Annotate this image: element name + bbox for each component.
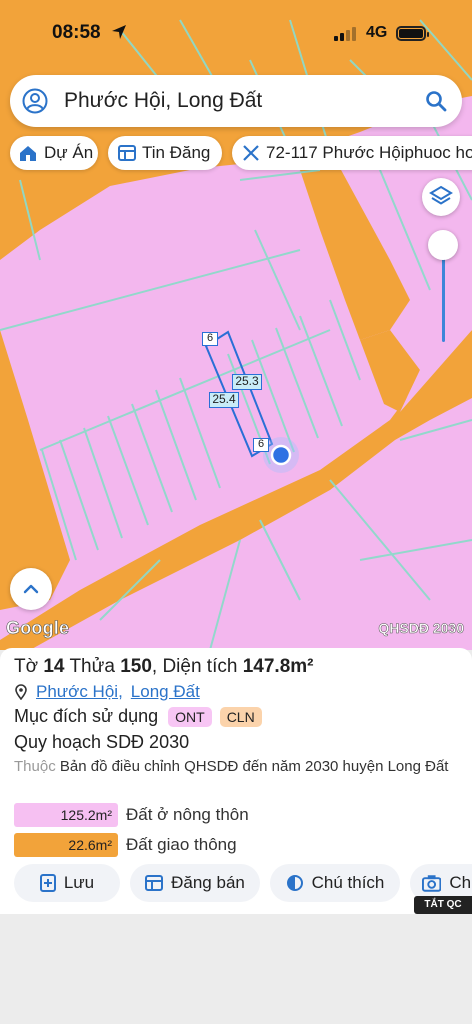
parcel-title: Tờ 14 Thửa 150, Diện tích 147.8m² (14, 656, 314, 677)
lot-label-top: 6 (202, 332, 218, 346)
legend-residential-label: Đất ở nông thôn (126, 805, 249, 824)
legend-road: 22.6m² Đất giao thông (14, 833, 237, 857)
location-arrow-icon (112, 25, 126, 39)
lot-label-bottom: 6 (253, 438, 269, 452)
belongs-label: Thuộc (14, 758, 56, 775)
tag-cln[interactable]: CLN (219, 706, 262, 727)
opacity-slider-track[interactable] (442, 246, 445, 342)
google-logo: Google (6, 618, 70, 639)
expand-sheet-button[interactable] (10, 568, 52, 610)
status-bar: 08:58 4G (0, 0, 472, 64)
measure-ruler-icon (243, 145, 259, 161)
screen: 6 25.3 25.4 6 08:58 4G Phước Hội, Long Đ… (0, 0, 472, 1024)
status-time: 08:58 (52, 22, 101, 43)
chip-du-an-label: Dự Án (44, 143, 94, 162)
filter-chips: Dự Án Tin Đăng 72-117 Phước Hộiphuoc hoi (0, 136, 472, 170)
lot-label-right: 25.3 (232, 374, 262, 390)
legend-label: Chú thích (311, 873, 385, 892)
legend-button[interactable]: Chú thích (270, 864, 400, 902)
legend-residential: 125.2m² Đất ở nông thôn (14, 803, 249, 827)
legend-road-label: Đất giao thông (126, 835, 237, 854)
action-bar: Lưu Đăng bán Chú thích Ch (0, 864, 472, 904)
parcel-info-sheet: Tờ 14 Thửa 150, Diện tích 147.8m² Phước … (0, 648, 472, 914)
layers-button[interactable] (422, 178, 460, 216)
search-input[interactable]: Phước Hội, Long Đất (64, 89, 262, 113)
capture-label: Chụp (449, 873, 472, 892)
chip-tin-dang-label: Tin Đăng (142, 143, 211, 162)
ward-link[interactable]: Phước Hội (36, 682, 118, 702)
cellular-signal-icon (334, 27, 356, 41)
listing-table-icon (118, 145, 136, 161)
footer-area (0, 914, 472, 1024)
camera-icon (422, 875, 442, 892)
parcel-location: Phước Hội, Long Đất (14, 682, 200, 702)
save-label: Lưu (63, 873, 95, 892)
map-layer-name: QHSDĐ 2030 (378, 620, 464, 637)
land-use-purpose: Mục đích sử dụng ONT CLN (14, 706, 262, 727)
belongs-text: Bản đồ điều chỉnh QHSDĐ đến năm 2030 huy… (59, 758, 449, 775)
lot-label: Thửa (69, 656, 115, 677)
map-pin-icon (15, 684, 27, 700)
chip-tin-dang[interactable]: Tin Đăng (108, 136, 222, 170)
legend-road-value: 22.6m² (14, 833, 118, 857)
map-view[interactable]: 6 25.3 25.4 6 08:58 4G Phước Hội, Long Đ… (0, 0, 472, 650)
user-account-icon[interactable] (22, 88, 48, 114)
post-for-sale-button[interactable]: Đăng bán (130, 864, 260, 902)
lot-label-left: 25.4 (209, 392, 239, 408)
plan-source: Thuộc Bản đồ điều chỉnh QHSDĐ đến năm 20… (14, 756, 462, 777)
plan-title: Quy hoạch SDĐ 2030 (14, 732, 190, 752)
purpose-label: Mục đích sử dụng (14, 706, 159, 726)
listing-table-icon (145, 875, 164, 891)
district-link[interactable]: Long Đất (131, 682, 200, 702)
chevron-up-icon (23, 584, 39, 594)
project-house-icon (20, 146, 36, 161)
post-for-sale-label: Đăng bán (171, 873, 245, 892)
location-separator: , (118, 682, 123, 701)
save-doc-icon (39, 874, 56, 892)
opacity-slider-handle[interactable] (428, 230, 458, 260)
search-bar[interactable]: Phước Hội, Long Đất (10, 75, 462, 127)
chip-du-an[interactable]: Dự Án (10, 136, 98, 170)
contrast-icon (286, 875, 303, 891)
area-label: Diện tích (162, 656, 238, 677)
lot-number: 150 (120, 656, 152, 677)
battery-icon (396, 26, 429, 41)
layers-icon (429, 185, 453, 205)
save-button[interactable]: Lưu (14, 864, 120, 902)
tag-ont[interactable]: ONT (168, 706, 212, 727)
chip-lot-address-label: 72-117 Phước Hộiphuoc hoi (266, 143, 472, 162)
sheet-number: 14 (43, 656, 65, 677)
network-type: 4G (366, 24, 388, 41)
search-icon[interactable] (424, 89, 448, 113)
sheet-label: Tờ (14, 656, 39, 677)
area-value: 147.8m² (242, 656, 314, 677)
hide-ads-badge[interactable]: TẮT QC (414, 896, 472, 914)
chip-lot-address[interactable]: 72-117 Phước Hộiphuoc hoi (232, 136, 472, 170)
legend-residential-value: 125.2m² (14, 803, 118, 827)
